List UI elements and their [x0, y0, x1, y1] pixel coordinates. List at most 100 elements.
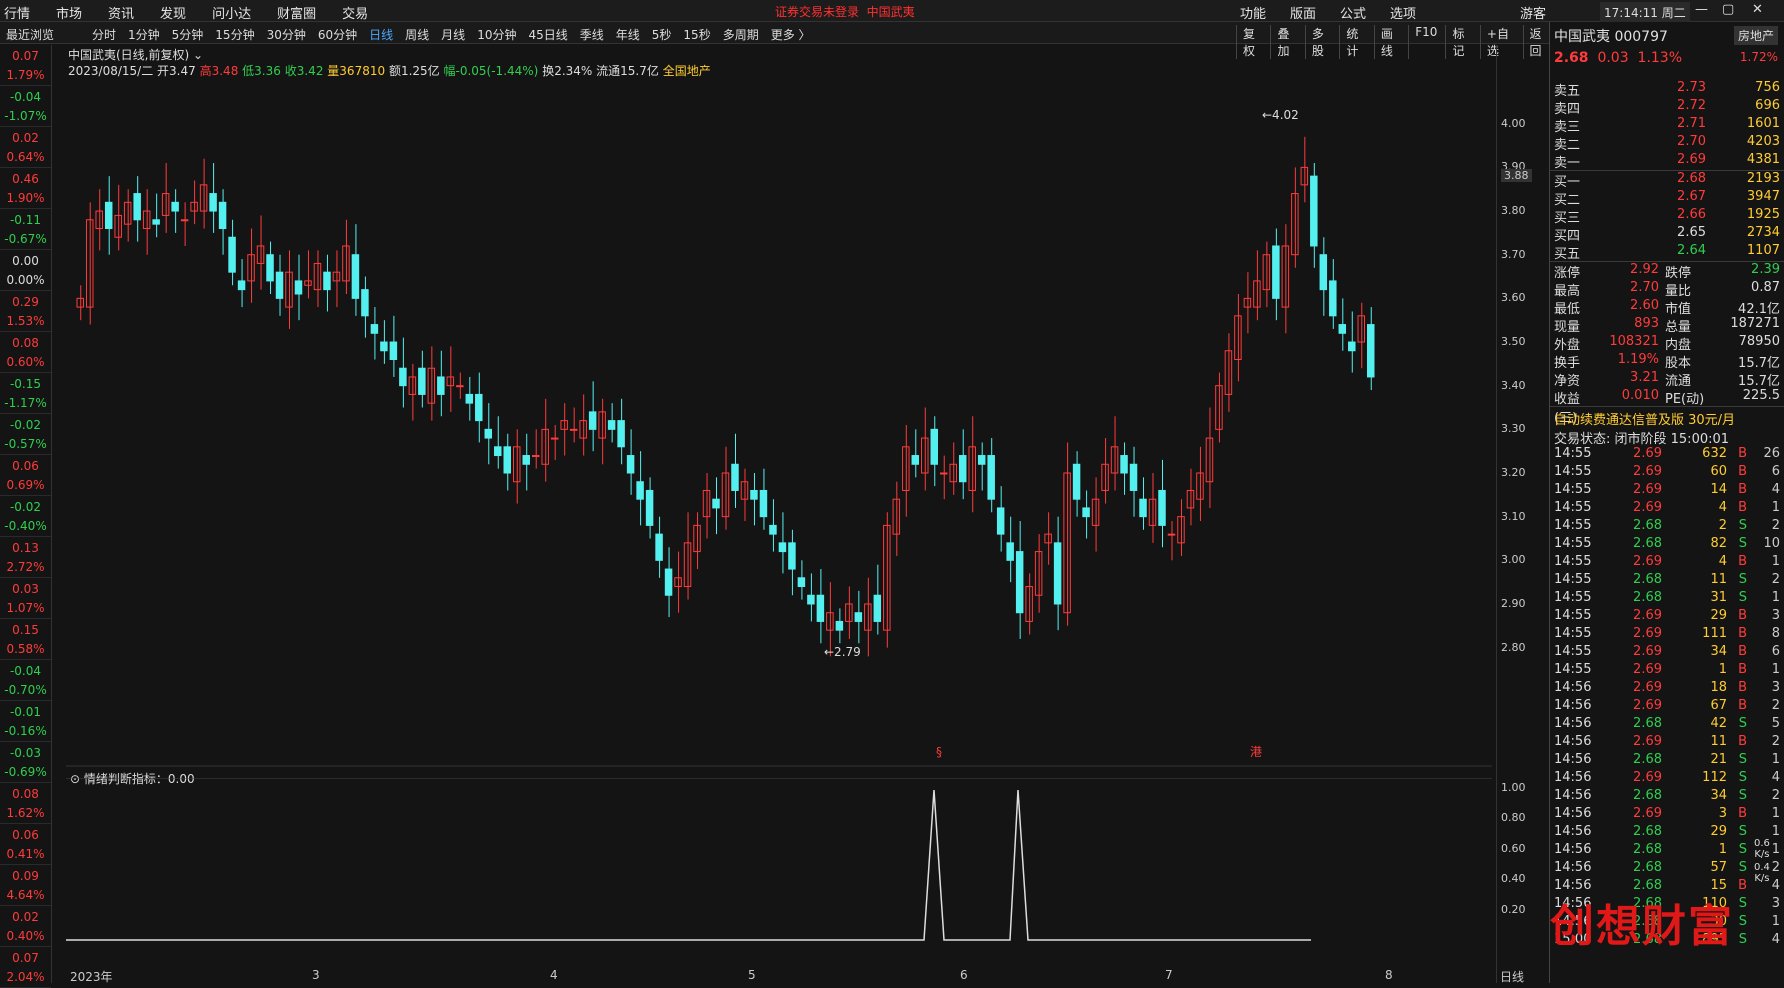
- tick-time: 14:55: [1554, 662, 1592, 677]
- order-row: 买二 2.67 3947: [1550, 189, 1784, 208]
- indicator-chart[interactable]: [66, 778, 1492, 964]
- list-item[interactable]: 0.00 0.00%: [0, 250, 51, 291]
- price-tick: 3.70: [1501, 247, 1526, 261]
- tick-price: 2.69: [1633, 734, 1662, 749]
- stat-value: 1.19%: [1617, 352, 1659, 367]
- menu-item[interactable]: 资讯: [108, 3, 134, 22]
- period-tab[interactable]: 45日线: [528, 26, 567, 43]
- stat-value: 2.60: [1630, 298, 1659, 313]
- tool-button[interactable]: 多股: [1304, 25, 1331, 59]
- list-item[interactable]: 0.02 0.64%: [0, 127, 51, 168]
- event-marker[interactable]: §: [936, 745, 942, 759]
- menu-item[interactable]: 问小达: [212, 3, 251, 22]
- list-item[interactable]: 0.06 0.41%: [0, 824, 51, 865]
- period-tab[interactable]: 日线: [369, 26, 393, 43]
- tick-count: 2: [1771, 734, 1780, 749]
- list-item[interactable]: -0.04 -1.07%: [0, 86, 51, 127]
- change-value: 0.07: [12, 951, 39, 965]
- date-tick: 2023年: [70, 970, 113, 984]
- menu-item[interactable]: 发现: [160, 3, 186, 22]
- period-tab[interactable]: 10分钟: [477, 26, 516, 43]
- tool-button[interactable]: 复权: [1236, 25, 1262, 59]
- period-tab[interactable]: 30分钟: [267, 26, 306, 43]
- period-tab[interactable]: 15秒: [683, 26, 710, 43]
- period-tab[interactable]: 1分钟: [128, 26, 160, 43]
- tool-button[interactable]: 叠加: [1270, 25, 1296, 59]
- list-item[interactable]: 0.15 0.58%: [0, 619, 51, 660]
- sector-badge[interactable]: 房地产: [1733, 26, 1778, 45]
- close-icon[interactable]: ✕: [1752, 2, 1763, 17]
- event-marker[interactable]: 港: [1250, 745, 1262, 759]
- chevron-down-icon[interactable]: ⌄: [193, 48, 203, 62]
- period-tab[interactable]: 月线: [441, 26, 465, 43]
- list-item[interactable]: 0.08 0.60%: [0, 332, 51, 373]
- list-item[interactable]: -0.02 -0.40%: [0, 496, 51, 537]
- list-item[interactable]: 0.46 1.90%: [0, 168, 51, 209]
- promo-banner[interactable]: 自动续费通达信普及版 30元/月: [1550, 406, 1784, 428]
- minimize-icon[interactable]: —: [1695, 2, 1708, 17]
- stat-key: 市值: [1665, 302, 1692, 317]
- candle: [95, 210, 103, 230]
- stat-key: 涨停: [1554, 266, 1581, 281]
- candle: [1006, 542, 1014, 561]
- list-item[interactable]: 0.03 1.07%: [0, 578, 51, 619]
- period-tab[interactable]: 60分钟: [318, 26, 357, 43]
- period-tab[interactable]: 5秒: [652, 26, 672, 43]
- tick-count: 1: [1771, 806, 1780, 821]
- candle: [218, 201, 227, 230]
- list-item[interactable]: -0.03 -0.69%: [0, 742, 51, 783]
- menu-item[interactable]: 公式: [1340, 3, 1366, 22]
- candlestick-chart[interactable]: ←4.02 ←2.79 § 港: [66, 80, 1492, 770]
- change-value: 0.13: [12, 541, 39, 555]
- price-tick: 3.00: [1501, 553, 1526, 567]
- recent-browse-button[interactable]: 最近浏览: [6, 26, 54, 43]
- list-item[interactable]: -0.01 -0.16%: [0, 701, 51, 742]
- candle: [180, 219, 189, 222]
- login-warning[interactable]: 证券交易未登录 中国武夷: [775, 3, 915, 20]
- order-label: 买四: [1554, 229, 1581, 244]
- menu-item[interactable]: 财富圈: [277, 3, 316, 22]
- list-item[interactable]: -0.11 -0.67%: [0, 209, 51, 250]
- period-tab[interactable]: 分时: [92, 26, 116, 43]
- period-tab[interactable]: 周线: [405, 26, 429, 43]
- tick-count: 1: [1771, 752, 1780, 767]
- change-value: 0.09: [12, 869, 39, 883]
- list-item[interactable]: -0.04 -0.70%: [0, 660, 51, 701]
- tool-button[interactable]: 统计: [1339, 25, 1365, 59]
- list-item[interactable]: 0.02 0.40%: [0, 906, 51, 947]
- tick-side: B: [1738, 500, 1747, 515]
- period-tab[interactable]: 年线: [616, 26, 640, 43]
- menu-item[interactable]: 功能: [1240, 3, 1266, 22]
- guest-label[interactable]: 游客: [1520, 3, 1546, 22]
- menu-item[interactable]: 交易: [342, 3, 368, 22]
- list-item[interactable]: 0.09 4.64%: [0, 865, 51, 906]
- menu-item[interactable]: 选项: [1390, 3, 1416, 22]
- menu-item[interactable]: 市场: [56, 3, 82, 22]
- tick-side: B: [1738, 554, 1747, 569]
- candle: [626, 455, 635, 474]
- list-item[interactable]: 0.29 1.53%: [0, 291, 51, 332]
- maximize-icon[interactable]: ▢: [1722, 2, 1734, 17]
- tool-button[interactable]: 标记: [1445, 25, 1471, 59]
- period-tab[interactable]: 多周期: [723, 26, 759, 43]
- list-item[interactable]: 0.13 2.72%: [0, 537, 51, 578]
- tick-price: 2.69: [1633, 644, 1662, 659]
- list-item[interactable]: 0.08 1.62%: [0, 783, 51, 824]
- list-item[interactable]: -0.15 -1.17%: [0, 373, 51, 414]
- period-tab[interactable]: 季线: [580, 26, 604, 43]
- change-value: -0.15: [9, 377, 42, 391]
- tool-button[interactable]: F10: [1408, 25, 1437, 59]
- list-item[interactable]: 0.06 0.69%: [0, 455, 51, 496]
- stat-key: 净资: [1554, 374, 1581, 389]
- menu-item[interactable]: 行情: [4, 3, 30, 22]
- list-item[interactable]: 0.07 1.79%: [0, 45, 51, 86]
- stat-value: 15.7亿: [1738, 374, 1780, 389]
- period-tab[interactable]: 15分钟: [215, 26, 254, 43]
- tool-button[interactable]: 画线: [1373, 25, 1400, 59]
- list-item[interactable]: -0.02 -0.57%: [0, 414, 51, 455]
- period-tab[interactable]: 5分钟: [172, 26, 204, 43]
- change-pct: 1.79%: [6, 68, 45, 82]
- list-item[interactable]: 0.07 2.04%: [0, 947, 51, 988]
- period-tab[interactable]: 更多 〉: [771, 26, 811, 43]
- menu-item[interactable]: 版面: [1290, 3, 1316, 22]
